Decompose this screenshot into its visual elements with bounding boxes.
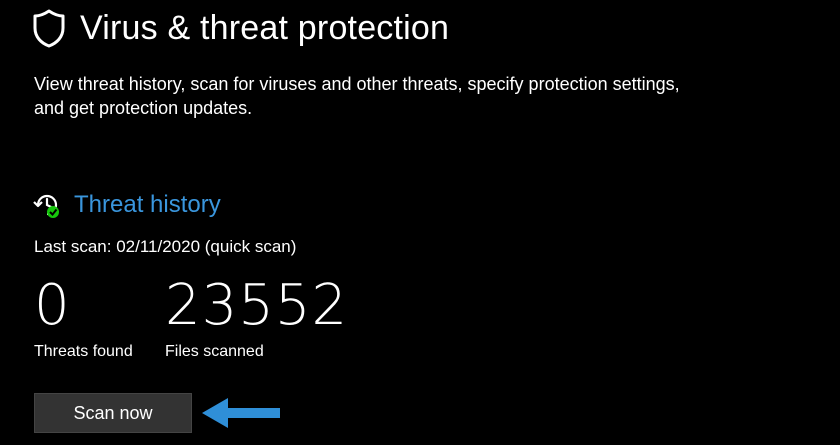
page-header: Virus & threat protection [32, 8, 449, 48]
threats-found-value: 0 [34, 273, 71, 338]
threat-history-link[interactable]: Threat history [74, 191, 221, 219]
page-title: Virus & threat protection [80, 8, 450, 47]
files-scanned-label: Files scanned [165, 343, 264, 360]
last-scan-text: Last scan: 02/11/2020 (quick scan) [34, 237, 297, 256]
files-scanned-stat: 23552 Files scanned [165, 275, 348, 361]
history-check-icon [32, 190, 62, 220]
arrow-left-icon [200, 396, 282, 430]
threats-found-stat: 0 Threats found [34, 275, 133, 361]
scan-now-button[interactable]: Scan now [34, 393, 192, 433]
threats-found-label: Threats found [34, 343, 133, 360]
shield-icon [32, 8, 66, 48]
virus-threat-protection-page: Virus & threat protection View threat hi… [0, 0, 840, 445]
page-description: View threat history, scan for viruses an… [34, 74, 680, 118]
threat-history-header[interactable]: Threat history [32, 190, 221, 220]
files-scanned-value: 23552 [165, 273, 349, 338]
